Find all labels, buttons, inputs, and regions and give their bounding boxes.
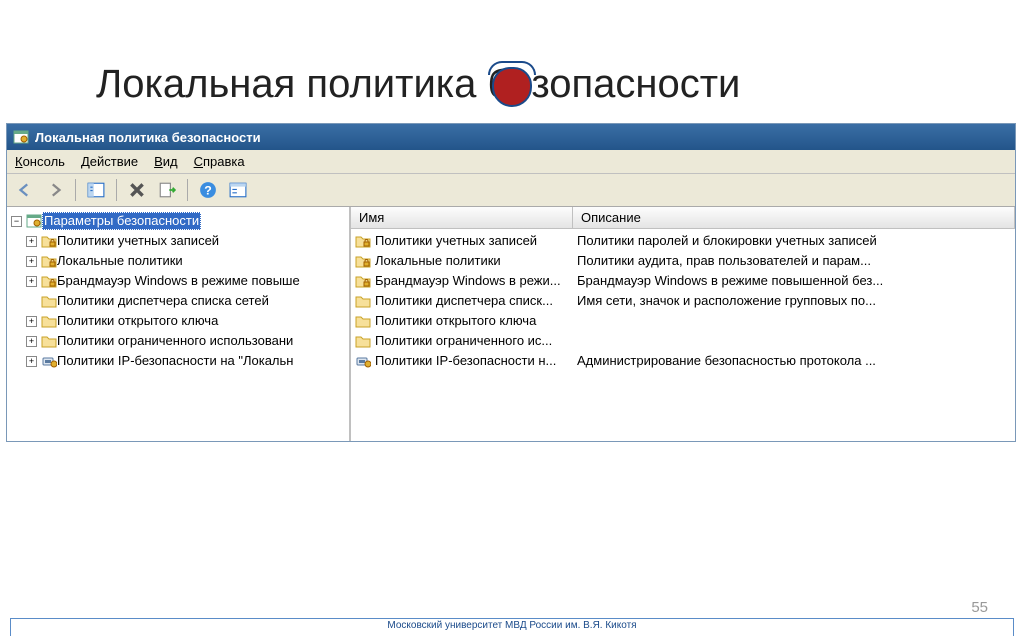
ipsec-icon	[41, 353, 57, 369]
list-item-name: Политики открытого ключа	[375, 312, 536, 330]
panes: Параметры безопасности Политики учетных з…	[7, 207, 1015, 441]
list-item[interactable]: Локальные политики Политики аудита, прав …	[351, 251, 1015, 271]
tree-item[interactable]: Брандмауэр Windows в режиме повыше	[9, 271, 347, 291]
folder-lock-icon	[41, 253, 57, 269]
list-item-name: Локальные политики	[375, 252, 501, 270]
tree-item-label: Брандмауэр Windows в режиме повыше	[57, 272, 300, 290]
window-title: Локальная политика безопасности	[35, 130, 261, 145]
security-icon	[26, 213, 42, 229]
folder-lock-icon	[355, 253, 371, 269]
slide-logo	[482, 62, 542, 112]
slide-number: 55	[971, 599, 988, 616]
properties-button[interactable]	[226, 178, 250, 202]
list-item-name: Политики IP-безопасности н...	[375, 352, 556, 370]
menu-help[interactable]: Справка	[194, 154, 245, 169]
separator	[116, 179, 117, 201]
help-button[interactable]: ?	[196, 178, 220, 202]
list-item-name: Политики ограниченного ис...	[375, 332, 552, 350]
expander-icon[interactable]	[26, 336, 37, 347]
delete-button[interactable]	[125, 178, 149, 202]
tree-item-label: Параметры безопасности	[42, 212, 201, 230]
menu-view[interactable]: Вид	[154, 154, 178, 169]
list-item[interactable]: Политики IP-безопасности н... Администрир…	[351, 351, 1015, 371]
expander-icon[interactable]	[26, 256, 37, 267]
folder-icon	[41, 293, 57, 309]
tree-item-label: Локальные политики	[57, 252, 183, 270]
slide-title: Локальная политика безопасности	[96, 62, 1024, 107]
footer-bar: Московский университет МВД России им. В.…	[10, 618, 1014, 636]
expander-icon[interactable]	[26, 356, 37, 367]
tree-item[interactable]: Политики учетных записей	[9, 231, 347, 251]
forward-button[interactable]	[43, 178, 67, 202]
secpol-window: Локальная политика безопасности Консоль …	[6, 123, 1016, 442]
tree-item-label: Политики диспетчера списка сетей	[57, 292, 269, 310]
list-header: Имя Описание	[351, 207, 1015, 229]
tree-item[interactable]: Параметры безопасности	[9, 211, 347, 231]
folder-icon	[355, 313, 371, 329]
tree-item-label: Политики учетных записей	[57, 232, 219, 250]
ipsec-icon	[355, 353, 371, 369]
list-item-name: Политики учетных записей	[375, 232, 537, 250]
export-button[interactable]	[155, 178, 179, 202]
list-item-description: Брандмауэр Windows в режиме повышенной б…	[573, 272, 1011, 290]
list-item[interactable]: Политики диспетчера списк... Имя сети, зн…	[351, 291, 1015, 311]
menu-action[interactable]: Действие	[81, 154, 138, 169]
tree-item-label: Политики открытого ключа	[57, 312, 218, 330]
list-item-description: Политики паролей и блокировки учетных за…	[573, 232, 1011, 250]
tree-item[interactable]: Локальные политики	[9, 251, 347, 271]
svg-text:?: ?	[204, 184, 212, 198]
menu-console[interactable]: Консоль	[15, 154, 65, 169]
expander-icon[interactable]	[26, 276, 37, 287]
folder-lock-icon	[41, 233, 57, 249]
expander-icon	[26, 296, 37, 307]
show-hide-tree-button[interactable]	[84, 178, 108, 202]
tree-item[interactable]: Политики диспетчера списка сетей	[9, 291, 347, 311]
separator	[75, 179, 76, 201]
toolbar: ?	[7, 174, 1015, 207]
tree-item[interactable]: Политики IP-безопасности на "Локальн	[9, 351, 347, 371]
tree-item-label: Политики IP-безопасности на "Локальн	[57, 352, 293, 370]
column-description-header[interactable]: Описание	[573, 207, 1015, 228]
folder-icon	[41, 333, 57, 349]
list-item[interactable]: Политики ограниченного ис...	[351, 331, 1015, 351]
tree-item-label: Политики ограниченного использовани	[57, 332, 293, 350]
folder-lock-icon	[355, 233, 371, 249]
list-item[interactable]: Политики открытого ключа	[351, 311, 1015, 331]
tree-item[interactable]: Политики открытого ключа	[9, 311, 347, 331]
list-item[interactable]: Брандмауэр Windows в режи... Брандмауэр W…	[351, 271, 1015, 291]
list-pane: Имя Описание Политики учетных записейПол…	[351, 207, 1015, 441]
expander-icon[interactable]	[26, 236, 37, 247]
app-icon	[13, 129, 29, 145]
column-name-header[interactable]: Имя	[351, 207, 573, 228]
separator	[187, 179, 188, 201]
list-item-description: Политики аудита, прав пользователей и па…	[573, 252, 1011, 270]
list-item-description: Имя сети, значок и расположение групповы…	[573, 292, 1011, 310]
list-item[interactable]: Политики учетных записей Политики паролей…	[351, 231, 1015, 251]
tree-item[interactable]: Политики ограниченного использовани	[9, 331, 347, 351]
tree-pane[interactable]: Параметры безопасности Политики учетных з…	[7, 207, 351, 441]
folder-icon	[355, 293, 371, 309]
folder-lock-icon	[355, 273, 371, 289]
folder-lock-icon	[41, 273, 57, 289]
list-body[interactable]: Политики учетных записей Политики паролей…	[351, 229, 1015, 373]
folder-icon	[41, 313, 57, 329]
window-titlebar: Локальная политика безопасности	[7, 124, 1015, 150]
folder-icon	[355, 333, 371, 349]
list-item-description: Администрирование безопасностью протокол…	[573, 352, 1011, 370]
list-item-name: Политики диспетчера списк...	[375, 292, 553, 310]
list-item-name: Брандмауэр Windows в режи...	[375, 272, 561, 290]
expander-icon[interactable]	[26, 316, 37, 327]
menubar: Консоль Действие Вид Справка	[7, 150, 1015, 174]
expander-icon[interactable]	[11, 216, 22, 227]
back-button[interactable]	[13, 178, 37, 202]
